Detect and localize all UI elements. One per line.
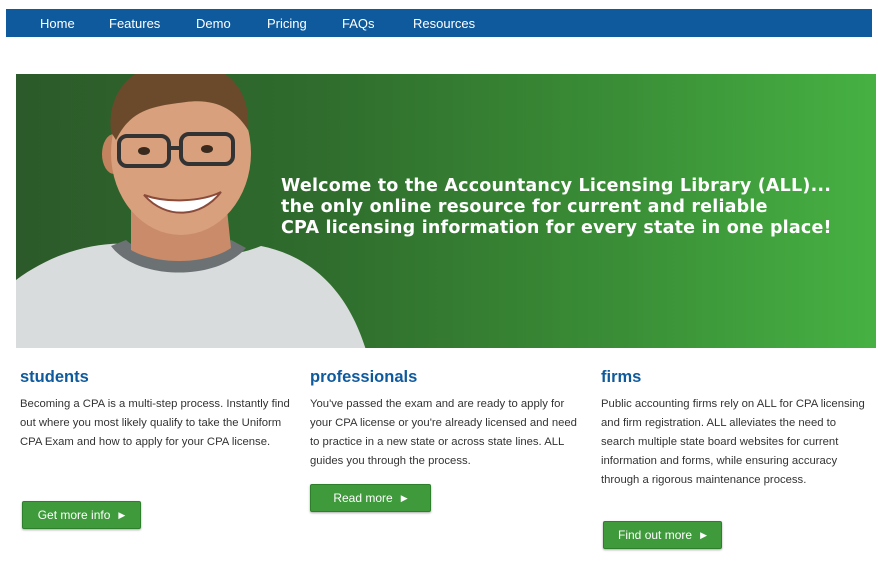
students-heading: students: [20, 368, 89, 386]
nav-resources[interactable]: Resources: [413, 16, 475, 31]
get-more-info-button[interactable]: Get more info ▶: [22, 501, 141, 529]
read-more-label: Read more: [333, 491, 393, 505]
caret-right-icon: ▶: [118, 509, 126, 520]
nav-demo[interactable]: Demo: [196, 16, 231, 31]
professionals-description: You've passed the exam and are ready to …: [310, 398, 577, 467]
students-description: Becoming a CPA is a multi-step process. …: [20, 398, 290, 448]
firms-description: Public accounting firms rely on ALL for …: [601, 398, 865, 486]
nav-faqs[interactable]: FAQs: [342, 16, 375, 31]
hero-line-2: the only online resource for current and…: [281, 197, 768, 217]
caret-right-icon: ▶: [400, 492, 408, 503]
hero-banner: Welcome to the Accountancy Licensing Lib…: [16, 74, 876, 348]
get-more-info-label: Get more info: [37, 508, 111, 522]
nav-home[interactable]: Home: [40, 16, 75, 31]
firms-section: firms Public accounting firms rely on AL…: [601, 368, 871, 490]
find-out-more-button[interactable]: Find out more ▶: [603, 521, 722, 549]
nav-features[interactable]: Features: [109, 16, 160, 31]
students-section: students Becoming a CPA is a multi-step …: [20, 368, 290, 452]
professionals-heading: professionals: [310, 368, 418, 386]
caret-right-icon: ▶: [700, 529, 707, 540]
nav-pricing[interactable]: Pricing: [267, 16, 307, 31]
hero-line-3: CPA licensing information for every stat…: [281, 218, 832, 238]
firms-heading: firms: [601, 368, 642, 386]
hero-line-1: Welcome to the Accountancy Licensing Lib…: [281, 176, 832, 196]
hero-headline: Welcome to the Accountancy Licensing Lib…: [281, 176, 832, 239]
professionals-section: professionals You've passed the exam and…: [310, 368, 580, 471]
find-out-more-label: Find out more: [618, 528, 693, 542]
read-more-button[interactable]: Read more ▶: [310, 484, 431, 512]
top-navigation-bar: Home Features Demo Pricing FAQs Resource…: [6, 9, 872, 37]
